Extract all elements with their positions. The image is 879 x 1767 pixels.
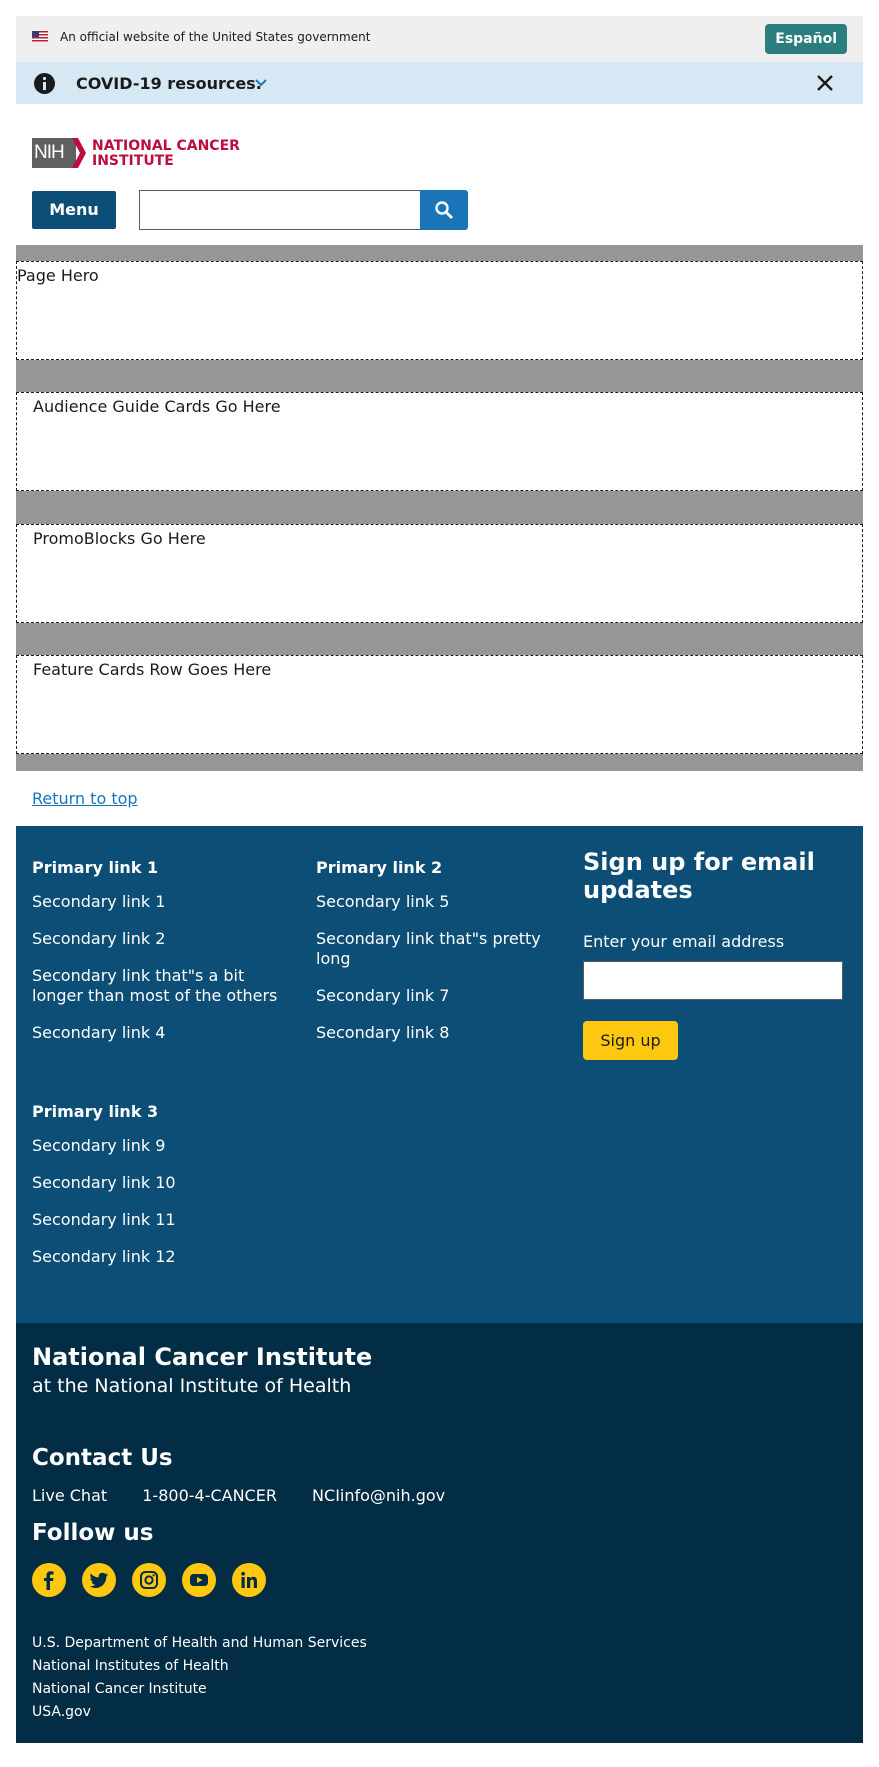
nih-logo-mark: NIH (32, 138, 76, 168)
contact-heading: Contact Us (32, 1445, 173, 1471)
nci-logo-text: NATIONAL CANCER INSTITUTE (92, 139, 240, 169)
nih-chevron-icon (72, 138, 86, 168)
signup-label: Enter your email address (583, 932, 785, 951)
facebook-icon[interactable] (32, 1563, 66, 1597)
email-signup: Sign up for email updates Enter your ema… (583, 848, 849, 1060)
search-input[interactable] (139, 190, 421, 230)
twitter-icon[interactable] (82, 1563, 116, 1597)
feature-cards-placeholder: Feature Cards Row Goes Here (16, 655, 863, 754)
nih-link[interactable]: National Institutes of Health (32, 1655, 367, 1678)
contact-links: Live Chat 1-800-4-CANCER NCIinfo@nih.gov (32, 1486, 475, 1505)
covid-alert: COVID-19 resources. (16, 62, 863, 104)
agency-links: U.S. Department of Health and Human Serv… (32, 1632, 367, 1724)
chevron-down-icon[interactable] (253, 75, 269, 91)
footer-secondary-link[interactable]: Secondary link 12 (32, 1247, 292, 1267)
us-flag-icon (32, 31, 48, 42)
email-field[interactable] (583, 961, 843, 1000)
footer-secondary-link[interactable]: Secondary link 2 (32, 929, 292, 949)
footer-secondary-link[interactable]: Secondary link 8 (316, 1023, 576, 1043)
instagram-icon[interactable] (132, 1563, 166, 1597)
follow-heading: Follow us (32, 1520, 154, 1546)
footer-secondary-link[interactable]: Secondary link 1 (32, 892, 292, 912)
usa-gov-link[interactable]: USA.gov (32, 1701, 367, 1724)
nci-logo-line1: NATIONAL CANCER (92, 138, 240, 154)
signup-title: Sign up for email updates (583, 848, 815, 904)
block-label: PromoBlocks Go Here (33, 529, 206, 548)
nci-link[interactable]: National Cancer Institute (32, 1678, 367, 1701)
gov-banner-text: An official website of the United States… (60, 30, 371, 44)
footer-secondary-link[interactable]: Secondary link 4 (32, 1023, 292, 1043)
footer-column-3: Primary link 3 Secondary link 9 Secondar… (32, 1102, 292, 1267)
footer-secondary-link[interactable]: Secondary link 11 (32, 1210, 292, 1230)
menu-button[interactable]: Menu (32, 191, 116, 229)
org-subtitle: at the National Institute of Health (32, 1375, 352, 1397)
alert-text[interactable]: COVID-19 resources. (76, 74, 262, 93)
search-icon (435, 201, 453, 219)
footer-secondary-link[interactable]: Secondary link 5 (316, 892, 576, 912)
footer-secondary: National Cancer Institute at the Nationa… (16, 1323, 863, 1743)
email-link[interactable]: NCIinfo@nih.gov (312, 1486, 445, 1505)
search-button[interactable] (420, 190, 468, 230)
block-label: Audience Guide Cards Go Here (33, 397, 281, 416)
org-name: National Cancer Institute (32, 1343, 373, 1371)
linkedin-icon[interactable] (232, 1563, 266, 1597)
youtube-icon[interactable] (182, 1563, 216, 1597)
footer-secondary-link[interactable]: Secondary link that"s pretty long (316, 929, 576, 969)
footer-primary-link[interactable]: Primary link 1 (32, 858, 292, 877)
footer-secondary-link[interactable]: Secondary link 7 (316, 986, 576, 1006)
block-label: Page Hero (17, 266, 99, 285)
espanol-button[interactable]: Español (765, 24, 847, 54)
main-content: Page Hero Audience Guide Cards Go Here P… (16, 245, 863, 771)
footer-secondary-link[interactable]: Secondary link 9 (32, 1136, 292, 1156)
sign-up-button[interactable]: Sign up (583, 1021, 678, 1060)
footer-column-2: Primary link 2 Secondary link 5 Secondar… (316, 858, 576, 1043)
footer-primary-link[interactable]: Primary link 3 (32, 1102, 292, 1121)
footer-secondary-link[interactable]: Secondary link that"s a bit longer than … (32, 966, 292, 1006)
footer-primary-link[interactable]: Primary link 2 (316, 858, 576, 877)
close-icon[interactable] (815, 73, 835, 93)
block-label: Feature Cards Row Goes Here (33, 660, 272, 679)
info-icon (34, 73, 55, 94)
return-to-top-link[interactable]: Return to top (32, 789, 138, 808)
gov-banner: An official website of the United States… (16, 16, 863, 62)
hhs-link[interactable]: U.S. Department of Health and Human Serv… (32, 1632, 367, 1655)
promoblocks-placeholder: PromoBlocks Go Here (16, 524, 863, 623)
live-chat-link[interactable]: Live Chat (32, 1486, 107, 1505)
audience-guide-placeholder: Audience Guide Cards Go Here (16, 392, 863, 491)
nci-logo-line2: INSTITUTE (92, 153, 174, 169)
footer-secondary-link[interactable]: Secondary link 10 (32, 1173, 292, 1193)
footer-column-1: Primary link 1 Secondary link 1 Secondar… (32, 858, 292, 1043)
footer-primary: Primary link 1 Secondary link 1 Secondar… (16, 826, 863, 1323)
phone-link[interactable]: 1-800-4-CANCER (142, 1486, 277, 1505)
page-hero-placeholder: Page Hero (16, 261, 863, 360)
